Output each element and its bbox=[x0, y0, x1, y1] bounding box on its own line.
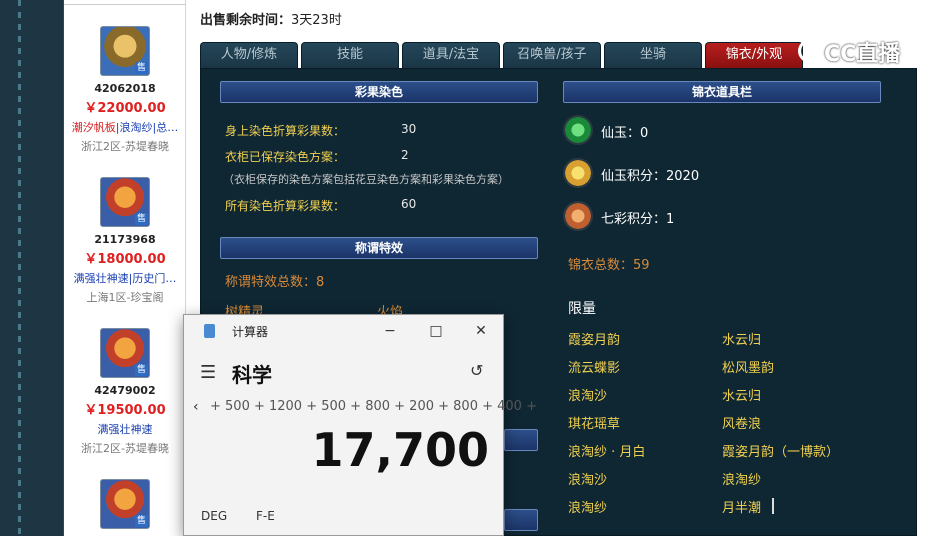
dye-label: 身上染色折算彩果数： bbox=[225, 124, 346, 138]
limited-item: 松风墨韵 bbox=[722, 361, 775, 376]
section-header-dye: 彩果染色 bbox=[220, 81, 538, 103]
limited-item: 水云归 bbox=[722, 389, 762, 404]
limited-item: 浪淘纱 bbox=[722, 473, 762, 488]
limited-item: 琪花瑶草 bbox=[568, 417, 621, 432]
left-edge-bar bbox=[0, 0, 64, 536]
sale-time-label: 出售剩余时间： bbox=[200, 13, 292, 28]
divider bbox=[64, 4, 186, 5]
listing-id: 21173968 bbox=[94, 233, 156, 246]
limited-item: 霞姿月韵（一博款） bbox=[722, 445, 840, 460]
dye-value: 30 bbox=[401, 122, 417, 136]
tab-items[interactable]: 道具/法宝 bbox=[402, 42, 500, 68]
section-header-wardrobe: 锦衣道具栏 bbox=[563, 81, 881, 103]
sale-badge: 售 bbox=[134, 515, 148, 527]
listing-item[interactable]: 售 42479002 ￥19500.00 满强壮神速 浙江2区-苏堤春晓 bbox=[64, 328, 186, 456]
sale-badge: 售 bbox=[134, 213, 148, 225]
sale-time-value: 3天23时 bbox=[291, 13, 342, 28]
rainbow-points: 七彩积分：1 bbox=[601, 212, 675, 227]
tab-mounts[interactable]: 坐骑 bbox=[604, 42, 702, 68]
sale-badge: 售 bbox=[134, 364, 148, 376]
limited-item: 流云蝶影 bbox=[568, 361, 621, 376]
tab-skills[interactable]: 技能 bbox=[301, 42, 399, 68]
calculator-expression: + 500 + 1200 + 500 + 800 + 200 + 800 + 4… bbox=[210, 399, 537, 414]
history-icon[interactable]: ↺ bbox=[470, 361, 483, 380]
minimize-button[interactable]: − bbox=[380, 321, 400, 341]
character-avatar[interactable]: 售 bbox=[100, 26, 150, 76]
listing-tag-highlight: 潮汐帆板 bbox=[71, 121, 116, 134]
listing-tag-text: 满强壮神速|历史门… bbox=[73, 272, 177, 285]
listing-server: 浙江2区-苏堤春晓 bbox=[81, 442, 169, 455]
calculator-result: 17,700 bbox=[311, 423, 489, 477]
watermark-logo: CC直播 bbox=[798, 34, 916, 68]
tab-outfits[interactable]: 锦衣/外观 bbox=[705, 42, 803, 68]
listing-item[interactable]: 售 bbox=[64, 479, 186, 529]
character-avatar[interactable]: 售 bbox=[100, 177, 150, 227]
listing-price: ￥22000.00 bbox=[84, 101, 166, 116]
limited-item: 霞姿月韵 bbox=[568, 333, 621, 348]
listing-server: 上海1区-珍宝阁 bbox=[86, 291, 164, 304]
listing-tag-text: 满强壮神速 bbox=[97, 423, 153, 436]
listing-id: 42062018 bbox=[94, 82, 156, 95]
calculator-titlebar[interactable]: 计算器 − □ ✕ bbox=[184, 315, 503, 347]
points-ticket-icon bbox=[563, 158, 593, 188]
limited-title: 限量 bbox=[568, 301, 596, 317]
dye-label: 衣柜已保存染色方案： bbox=[225, 150, 346, 164]
limited-item: 浪淘纱 · 月白 bbox=[568, 445, 646, 460]
text-cursor bbox=[772, 498, 779, 514]
jade-amount: 仙玉：0 bbox=[601, 126, 649, 141]
listing-tags: 潮汐帆板|浪淘纱|总… bbox=[64, 119, 186, 135]
tab-summons[interactable]: 召唤兽/孩子 bbox=[503, 42, 601, 68]
limited-item: 浪淘沙 bbox=[568, 389, 608, 404]
dye-total-value: 60 bbox=[401, 197, 417, 211]
listing-tags: 满强壮神速|历史门… bbox=[64, 270, 186, 286]
jade-points: 仙玉积分：2020 bbox=[601, 169, 700, 184]
limited-item: 风卷浪 bbox=[722, 417, 762, 432]
dye-value: 2 bbox=[401, 148, 409, 162]
listing-column: 售 42062018 ￥22000.00 潮汐帆板|浪淘纱|总… 浙江2区-苏堤… bbox=[64, 0, 186, 536]
close-button[interactable]: ✕ bbox=[471, 321, 491, 341]
jade-icon bbox=[563, 115, 593, 145]
logo-text: CC直播 bbox=[824, 42, 901, 67]
notation-button[interactable]: F-E bbox=[256, 509, 275, 523]
limited-item: 浪淘沙 bbox=[568, 473, 608, 488]
listing-item[interactable]: 售 21173968 ￥18000.00 满强壮神速|历史门… 上海1区-珍宝阁 bbox=[64, 177, 186, 305]
listing-price: ￥18000.00 bbox=[84, 252, 166, 267]
character-avatar[interactable]: 售 bbox=[100, 328, 150, 378]
listing-tags: 满强壮神速 bbox=[64, 421, 186, 437]
calculator-mode: 科学 bbox=[232, 363, 272, 387]
scroll-left-icon[interactable]: ‹ bbox=[193, 399, 199, 415]
section-header-title: 称谓特效 bbox=[220, 237, 538, 259]
section-header-partial bbox=[504, 509, 538, 531]
character-avatar[interactable]: 售 bbox=[100, 479, 150, 529]
limited-item: 水云归 bbox=[722, 333, 762, 348]
menu-icon[interactable]: ☰ bbox=[200, 362, 216, 383]
dye-note: （衣柜保存的染色方案包括花豆染色方案和彩果染色方案） bbox=[223, 173, 509, 186]
calculator-icon bbox=[204, 324, 215, 338]
title-count: 称谓特效总数：8 bbox=[225, 275, 325, 290]
limited-item: 月半潮 bbox=[722, 501, 762, 516]
sale-time: 出售剩余时间：3天23时 bbox=[200, 9, 342, 28]
listing-id: 42479002 bbox=[94, 384, 156, 397]
listing-price: ￥19500.00 bbox=[84, 403, 166, 418]
maximize-button[interactable]: □ bbox=[426, 321, 446, 341]
dye-total-label: 所有染色折算彩果数： bbox=[225, 199, 346, 213]
listing-server: 浙江2区-苏堤春晓 bbox=[81, 140, 169, 153]
sale-badge: 售 bbox=[134, 62, 148, 74]
listing-tag-text: |浪淘纱|总… bbox=[115, 121, 179, 134]
tab-character[interactable]: 人物/修炼 bbox=[200, 42, 298, 68]
calculator-window[interactable]: 计算器 − □ ✕ ☰ 科学 ↺ ‹ + 500 + 1200 + 500 + … bbox=[183, 314, 537, 536]
rainbow-orb-icon bbox=[563, 201, 593, 231]
outfit-total: 锦衣总数：59 bbox=[568, 258, 650, 273]
calculator-title: 计算器 bbox=[232, 325, 269, 339]
listing-item[interactable]: 售 42062018 ￥22000.00 潮汐帆板|浪淘纱|总… 浙江2区-苏堤… bbox=[64, 26, 186, 154]
angle-unit-button[interactable]: DEG bbox=[201, 509, 227, 523]
section-header-partial bbox=[504, 429, 538, 451]
limited-item: 浪淘纱 bbox=[568, 501, 608, 516]
